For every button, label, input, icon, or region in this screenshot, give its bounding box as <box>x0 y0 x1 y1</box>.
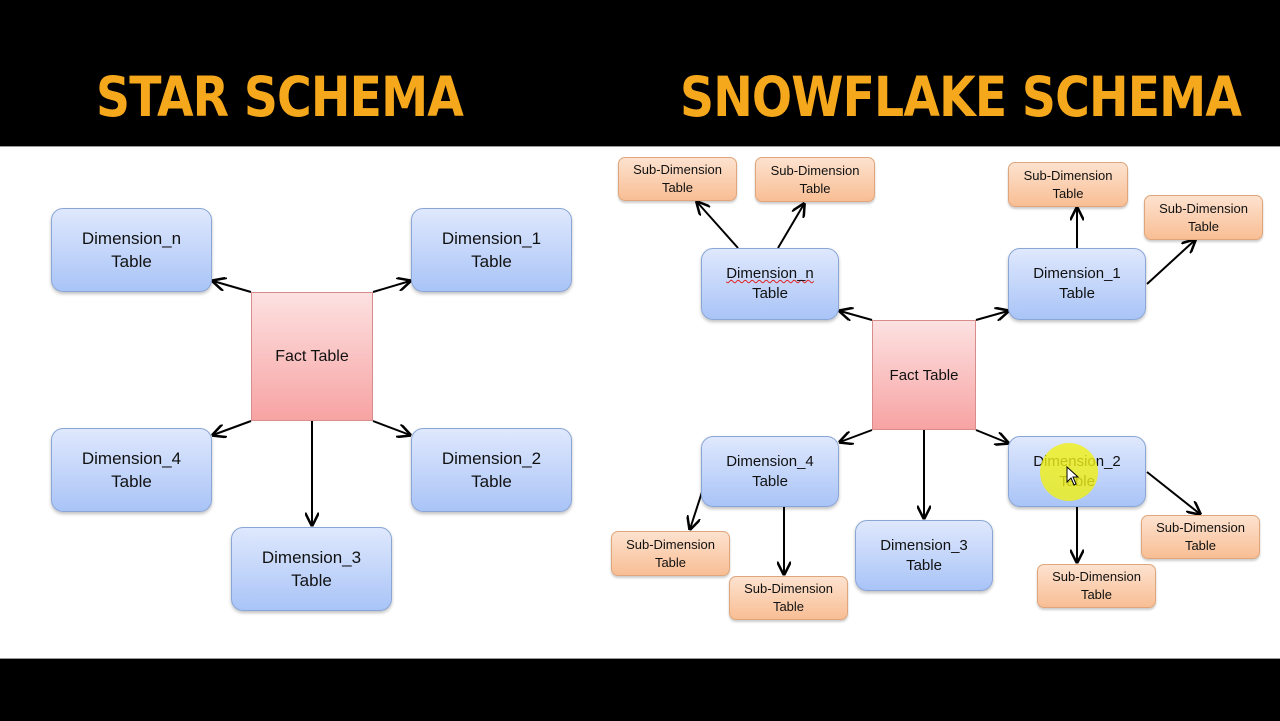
star-dimension-3-table[interactable]: Dimension_3 Table <box>231 527 392 611</box>
snowflake-schema-title: SNOWFLAKE SCHEMA <box>680 65 1242 129</box>
sub-dimension-table-4-b[interactable]: Sub-Dimension Table <box>729 576 848 620</box>
snowflake-dimension-2-table[interactable]: Dimension_2 Table <box>1008 436 1146 507</box>
snowflake-dimension-3-table[interactable]: Dimension_3 Table <box>855 520 993 591</box>
star-dimension-n-table[interactable]: Dimension_n Table <box>51 208 212 292</box>
snowflake-dimension-4-table[interactable]: Dimension_4 Table <box>701 436 839 507</box>
sub-dimension-table-2-b[interactable]: Sub-Dimension Table <box>1141 515 1260 559</box>
snowflake-fact-table[interactable]: Fact Table <box>872 320 976 430</box>
sub-dimension-table-n-b[interactable]: Sub-Dimension Table <box>755 157 875 202</box>
sub-dimension-table-1-a[interactable]: Sub-Dimension Table <box>1008 162 1128 207</box>
dimension-n-label: Dimension_n Table <box>726 265 814 302</box>
snowflake-dimension-n-table[interactable]: Dimension_n Table <box>701 248 839 320</box>
spellcheck-underlined-word: Dimension_n <box>726 265 814 282</box>
star-dimension-2-table[interactable]: Dimension_2 Table <box>411 428 572 512</box>
sub-dimension-table-1-b[interactable]: Sub-Dimension Table <box>1144 195 1263 240</box>
star-schema-title: STAR SCHEMA <box>96 65 464 129</box>
sub-dimension-table-2-a[interactable]: Sub-Dimension Table <box>1037 564 1156 608</box>
snowflake-dimension-1-table[interactable]: Dimension_1 Table <box>1008 248 1146 320</box>
bottom-bar <box>0 658 1280 721</box>
title-bar: STAR SCHEMA SNOWFLAKE SCHEMA <box>0 0 1280 146</box>
star-fact-table[interactable]: Fact Table <box>251 292 373 421</box>
star-dimension-1-table[interactable]: Dimension_1 Table <box>411 208 572 292</box>
sub-dimension-table-4-a[interactable]: Sub-Dimension Table <box>611 531 730 576</box>
sub-dimension-table-n-a[interactable]: Sub-Dimension Table <box>618 157 737 201</box>
star-dimension-4-table[interactable]: Dimension_4 Table <box>51 428 212 512</box>
